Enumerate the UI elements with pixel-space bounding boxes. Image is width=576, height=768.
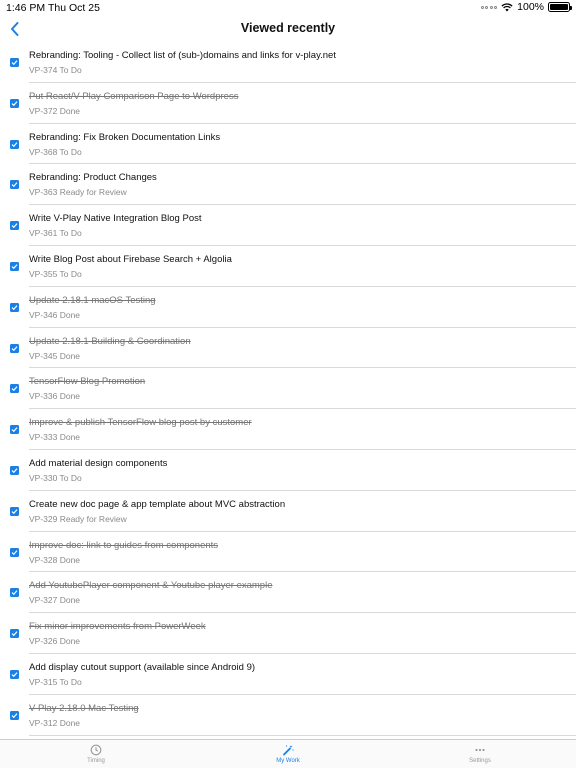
battery-icon xyxy=(548,2,572,12)
page-title: Viewed recently xyxy=(240,21,336,35)
item-title: Put React/V-Play Comparison Page to Word… xyxy=(29,90,239,102)
list-item[interactable]: Add material design components VP-330 To … xyxy=(10,450,576,491)
status-bar: 1:46 PM Thu Oct 25 100% xyxy=(0,0,576,16)
checkbox[interactable] xyxy=(10,180,19,190)
issue-list[interactable]: Rebranding: Tooling - Collect list of (s… xyxy=(0,42,576,739)
checkbox[interactable] xyxy=(10,669,19,679)
tab-label: Timing xyxy=(87,758,105,764)
item-title: Rebranding: Fix Broken Documentation Lin… xyxy=(29,131,221,143)
status-time: 1:46 PM xyxy=(6,2,46,14)
list-item[interactable]: Fix minor improvements from PowerWeek VP-… xyxy=(10,613,576,654)
checkbox[interactable] xyxy=(10,506,19,516)
checkbox[interactable] xyxy=(10,425,19,435)
tab-bar: Timing My Work Settings xyxy=(0,739,576,768)
checkbox[interactable] xyxy=(10,384,19,394)
list-item[interactable]: V-Play 2.18.0 Mac Testing VP-312 Done xyxy=(10,695,576,736)
item-title: Improve doc: link to guides from compone… xyxy=(29,539,219,551)
list-item[interactable]: TensorFlow Blog Promotion VP-336 Done xyxy=(10,368,576,410)
list-item[interactable]: Rebranding: Product Changes VP-363 Ready … xyxy=(10,164,576,206)
checkbox[interactable] xyxy=(10,629,19,639)
item-title: Fix minor improvements from PowerWeek xyxy=(29,621,206,633)
item-title: Add display cutout support (available si… xyxy=(29,661,256,673)
list-item[interactable]: Add YoutubePlayer component & Youtube pl… xyxy=(10,572,576,614)
status-date: Thu Oct 25 xyxy=(48,2,100,14)
list-item[interactable]: Create new doc page & app template about… xyxy=(10,491,576,532)
item-subtitle: VP-355 To Do xyxy=(29,268,82,279)
list-item[interactable]: Write V-Play Native Integration Blog Pos… xyxy=(10,205,576,246)
item-title: Improve & publish TensorFlow blog post b… xyxy=(29,417,252,429)
item-subtitle: VP-363 Ready for Review xyxy=(29,187,127,198)
list-item[interactable]: Improve & publish TensorFlow blog post b… xyxy=(10,409,576,450)
checkbox[interactable] xyxy=(10,547,19,557)
item-subtitle: VP-372 Done xyxy=(29,105,81,116)
checkbox[interactable] xyxy=(10,221,19,231)
list-item[interactable]: Write Blog Post about Firebase Search + … xyxy=(10,246,576,287)
item-subtitle: VP-315 To Do xyxy=(29,676,82,687)
signal-dots-icon xyxy=(480,5,498,9)
item-subtitle: VP-327 Done xyxy=(29,595,81,606)
tab-label: My Work xyxy=(276,758,300,764)
checkbox[interactable] xyxy=(10,343,19,353)
item-subtitle: VP-346 Done xyxy=(29,309,81,320)
list-item[interactable]: Put React/V-Play Comparison Page to Word… xyxy=(10,83,576,124)
checkbox[interactable] xyxy=(10,261,19,271)
status-right: 100% xyxy=(480,1,572,13)
item-title: Update 2.18.1 macOS Testing xyxy=(29,294,156,306)
item-subtitle: VP-333 Done xyxy=(29,432,81,443)
item-subtitle: VP-368 To Do xyxy=(29,146,82,157)
clock-icon xyxy=(90,743,102,756)
item-subtitle: VP-328 Done xyxy=(29,554,81,565)
item-subtitle: VP-326 Done xyxy=(29,636,81,647)
tab-my-work[interactable]: My Work xyxy=(192,740,384,768)
list-item[interactable]: Rebranding: Tooling - Collect list of (s… xyxy=(10,42,576,83)
more-dots-icon xyxy=(474,743,486,755)
item-title: Update 2.18.1 Building & Coordination xyxy=(29,335,191,347)
list-item[interactable]: Update 2.18.1 macOS Testing VP-346 Done xyxy=(10,287,576,328)
checkbox[interactable] xyxy=(10,139,19,149)
checkbox[interactable] xyxy=(10,710,19,720)
battery-percent: 100% xyxy=(517,1,544,13)
item-title: Write V-Play Native Integration Blog Pos… xyxy=(29,213,202,225)
item-subtitle: VP-312 Done xyxy=(29,717,81,728)
list-item[interactable]: Improve doc: link to guides from compone… xyxy=(10,532,576,573)
item-subtitle: VP-374 To Do xyxy=(29,65,82,75)
list-item[interactable]: Rebranding: Fix Broken Documentation Lin… xyxy=(10,124,576,165)
tab-label: Settings xyxy=(469,758,491,764)
item-title: Write Blog Post about Firebase Search + … xyxy=(29,253,232,265)
item-subtitle: VP-330 To Do xyxy=(29,472,82,483)
tab-timing[interactable]: Timing xyxy=(0,740,192,768)
item-title: Rebranding: Product Changes xyxy=(29,172,157,184)
checkbox[interactable] xyxy=(10,588,19,598)
item-subtitle: VP-336 Done xyxy=(29,391,81,402)
item-title: Create new doc page & app template about… xyxy=(29,498,286,510)
checkbox[interactable] xyxy=(10,302,19,312)
magic-wand-icon xyxy=(282,743,294,756)
item-subtitle: VP-361 To Do xyxy=(29,228,82,239)
checkbox[interactable] xyxy=(10,98,19,108)
checkbox[interactable] xyxy=(10,465,19,475)
item-title: Rebranding: Tooling - Collect list of (s… xyxy=(29,50,336,61)
checkbox[interactable] xyxy=(10,58,19,67)
wifi-icon xyxy=(501,2,513,11)
nav-bar: Viewed recently xyxy=(0,16,576,42)
item-subtitle: VP-329 Ready for Review xyxy=(29,513,127,524)
item-title: V-Play 2.18.0 Mac Testing xyxy=(29,702,139,714)
tab-settings[interactable]: Settings xyxy=(384,740,576,768)
list-item[interactable]: Add display cutout support (available si… xyxy=(10,654,576,695)
item-subtitle: VP-345 Done xyxy=(29,350,81,361)
item-title: Add YoutubePlayer component & Youtube pl… xyxy=(29,580,273,592)
list-item[interactable]: Update 2.18.1 Building & Coordination VP-… xyxy=(10,328,576,369)
item-title: Add material design components xyxy=(29,457,168,469)
item-title: TensorFlow Blog Promotion xyxy=(29,376,146,388)
